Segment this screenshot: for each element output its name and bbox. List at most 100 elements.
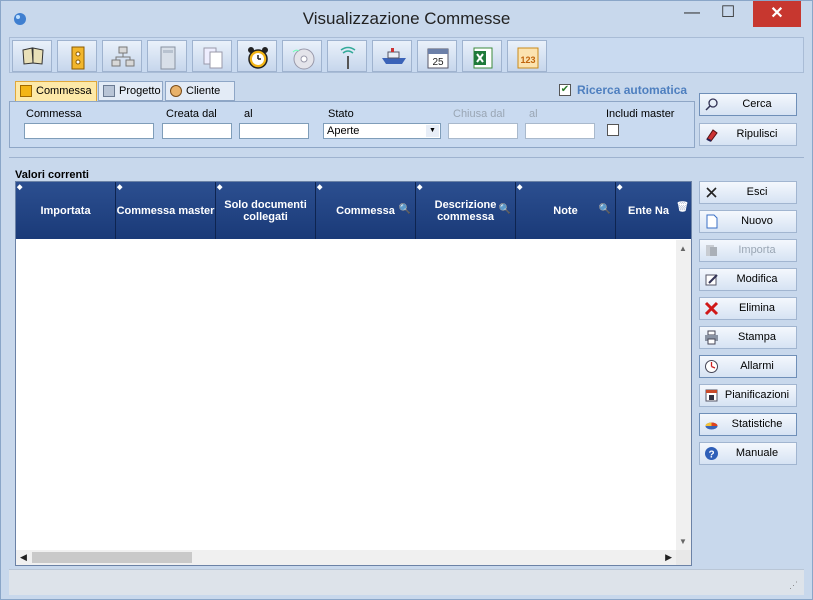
help-icon: ?: [705, 447, 718, 461]
scroll-down-icon[interactable]: ▼: [679, 537, 687, 546]
cerca-button[interactable]: Cerca: [699, 93, 797, 116]
stato-value: Aperte: [327, 125, 360, 137]
column-ente[interactable]: ◆ Ente Na 🗑: [616, 182, 691, 239]
ship-button[interactable]: [372, 40, 412, 72]
calendar-button[interactable]: 25: [417, 40, 457, 72]
book-icon: [22, 47, 44, 65]
divider: [9, 157, 804, 158]
maximize-button[interactable]: ☐: [713, 1, 743, 27]
tab-cliente[interactable]: Cliente: [165, 81, 235, 101]
new-document-icon: [706, 214, 718, 229]
includi-master-checkbox[interactable]: [607, 124, 619, 136]
trash-icon[interactable]: 🗑: [676, 202, 689, 214]
elimina-button[interactable]: Elimina: [699, 297, 797, 320]
resize-grip-icon[interactable]: ⋰: [789, 580, 798, 591]
binder-icon: [71, 46, 85, 70]
close-button[interactable]: ✕: [753, 1, 801, 27]
importa-button[interactable]: Importa: [699, 239, 797, 262]
close-x-icon: [706, 187, 717, 198]
pianificazioni-button[interactable]: Pianificazioni: [699, 384, 797, 407]
tab-progetto[interactable]: Progetto: [98, 81, 163, 101]
toolbar: 25 123: [9, 37, 804, 73]
network-button[interactable]: [102, 40, 142, 72]
chevron-down-icon: ▼: [426, 125, 439, 137]
filter-icon[interactable]: 🔍: [499, 204, 511, 216]
cerca-label: Cerca: [742, 98, 772, 110]
edit-icon: [705, 274, 718, 286]
scroll-left-icon[interactable]: ◀: [20, 552, 27, 563]
ricerca-automatica-checkbox[interactable]: ✔: [559, 84, 571, 96]
vertical-scrollbar[interactable]: ▲ ▼: [676, 240, 691, 550]
esci-button[interactable]: Esci: [699, 181, 797, 204]
column-importata[interactable]: ◆ Importata: [16, 182, 116, 239]
tab-commessa-label: Commessa: [36, 85, 92, 97]
book-button[interactable]: [12, 40, 52, 72]
stampa-button[interactable]: Stampa: [699, 326, 797, 349]
column-label: Commessa master: [116, 204, 215, 217]
column-label: Commessa: [336, 204, 395, 217]
stato-select[interactable]: Aperte ▼: [323, 123, 441, 139]
column-label: Note: [553, 204, 578, 217]
calendar-icon: 25: [427, 48, 449, 69]
allarmi-button[interactable]: Allarmi: [699, 355, 797, 378]
network-icon: [111, 46, 135, 67]
documents-icon: [203, 47, 223, 69]
commessa-tab-icon: [20, 85, 32, 97]
binder-button[interactable]: [57, 40, 97, 72]
minimize-button[interactable]: —: [677, 1, 707, 27]
schedule-icon: [705, 389, 718, 402]
counter-button[interactable]: 123: [507, 40, 547, 72]
column-descrizione[interactable]: ◆ Descrizione commessa 🔍: [416, 182, 516, 239]
magnifier-icon: [705, 98, 718, 111]
chiusa-dal-input[interactable]: [448, 123, 518, 139]
archive-button[interactable]: [147, 40, 187, 72]
main-window: Visualizzazione Commesse — ☐ ✕ 25 123 Co…: [0, 0, 813, 600]
importa-label: Importa: [738, 244, 776, 256]
filter-icon[interactable]: 🔍: [599, 204, 611, 216]
archive-icon: [160, 46, 176, 70]
creata-dal-label: Creata dal: [166, 108, 217, 120]
excel-button[interactable]: [462, 40, 502, 72]
nuovo-button[interactable]: Nuovo: [699, 210, 797, 233]
tab-commessa[interactable]: Commessa: [15, 81, 97, 102]
column-label: Ente Na: [628, 204, 669, 217]
column-note[interactable]: ◆ Note 🔍: [516, 182, 616, 239]
creata-al-input[interactable]: [239, 123, 309, 139]
stampa-label: Stampa: [738, 331, 776, 343]
pin-icon: ◆: [317, 184, 323, 191]
column-commessa-master[interactable]: ◆ Commessa master: [116, 182, 216, 239]
chiusa-al-input[interactable]: [525, 123, 595, 139]
horizontal-scroll-thumb[interactable]: [32, 552, 192, 563]
creata-dal-input[interactable]: [162, 123, 232, 139]
results-grid[interactable]: ◆ Importata ◆ Commessa master ◆ Solo docume…: [15, 181, 692, 566]
clock-icon: [705, 360, 718, 373]
scroll-right-icon[interactable]: ▶: [665, 552, 672, 563]
modifica-button[interactable]: Modifica: [699, 268, 797, 291]
includi-master-label: Includi master: [606, 108, 675, 120]
documents-button[interactable]: [192, 40, 232, 72]
antenna-button[interactable]: [327, 40, 367, 72]
alarm-clock-icon: [248, 47, 268, 69]
progetto-tab-icon: [103, 85, 115, 97]
commessa-input[interactable]: [24, 123, 154, 139]
esci-label: Esci: [746, 186, 768, 198]
statistiche-label: Statistiche: [731, 418, 783, 430]
column-commessa[interactable]: ◆ Commessa 🔍: [316, 182, 416, 239]
ripulisci-button[interactable]: Ripulisci: [699, 123, 797, 146]
manuale-button[interactable]: ? Manuale: [699, 442, 797, 465]
filter-icon[interactable]: 🔍: [399, 204, 411, 216]
cliente-tab-icon: [170, 85, 182, 97]
scroll-up-icon[interactable]: ▲: [679, 244, 687, 253]
pin-icon: ◆: [117, 184, 123, 191]
counter-icon: 123: [517, 47, 539, 69]
allarmi-label: Allarmi: [740, 360, 774, 372]
horizontal-scrollbar[interactable]: ◀ ▶: [16, 550, 676, 565]
statistiche-button[interactable]: Statistiche: [699, 413, 797, 436]
disc-icon: [292, 48, 315, 70]
title-bar: Visualizzazione Commesse — ☐ ✕: [1, 1, 812, 37]
disc-button[interactable]: [282, 40, 322, 72]
column-solo-documenti[interactable]: ◆ Solo documenti collegati: [216, 182, 316, 239]
alarm-button[interactable]: [237, 40, 277, 72]
pianificazioni-label: Pianificazioni: [724, 389, 790, 401]
chiusa-al-label: al: [529, 108, 538, 120]
